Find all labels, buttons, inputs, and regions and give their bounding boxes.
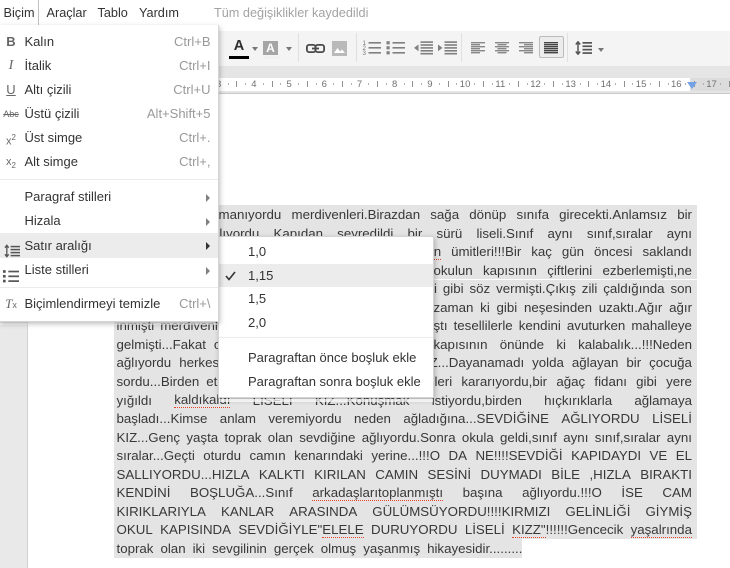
svg-text:3: 3	[363, 50, 367, 55]
